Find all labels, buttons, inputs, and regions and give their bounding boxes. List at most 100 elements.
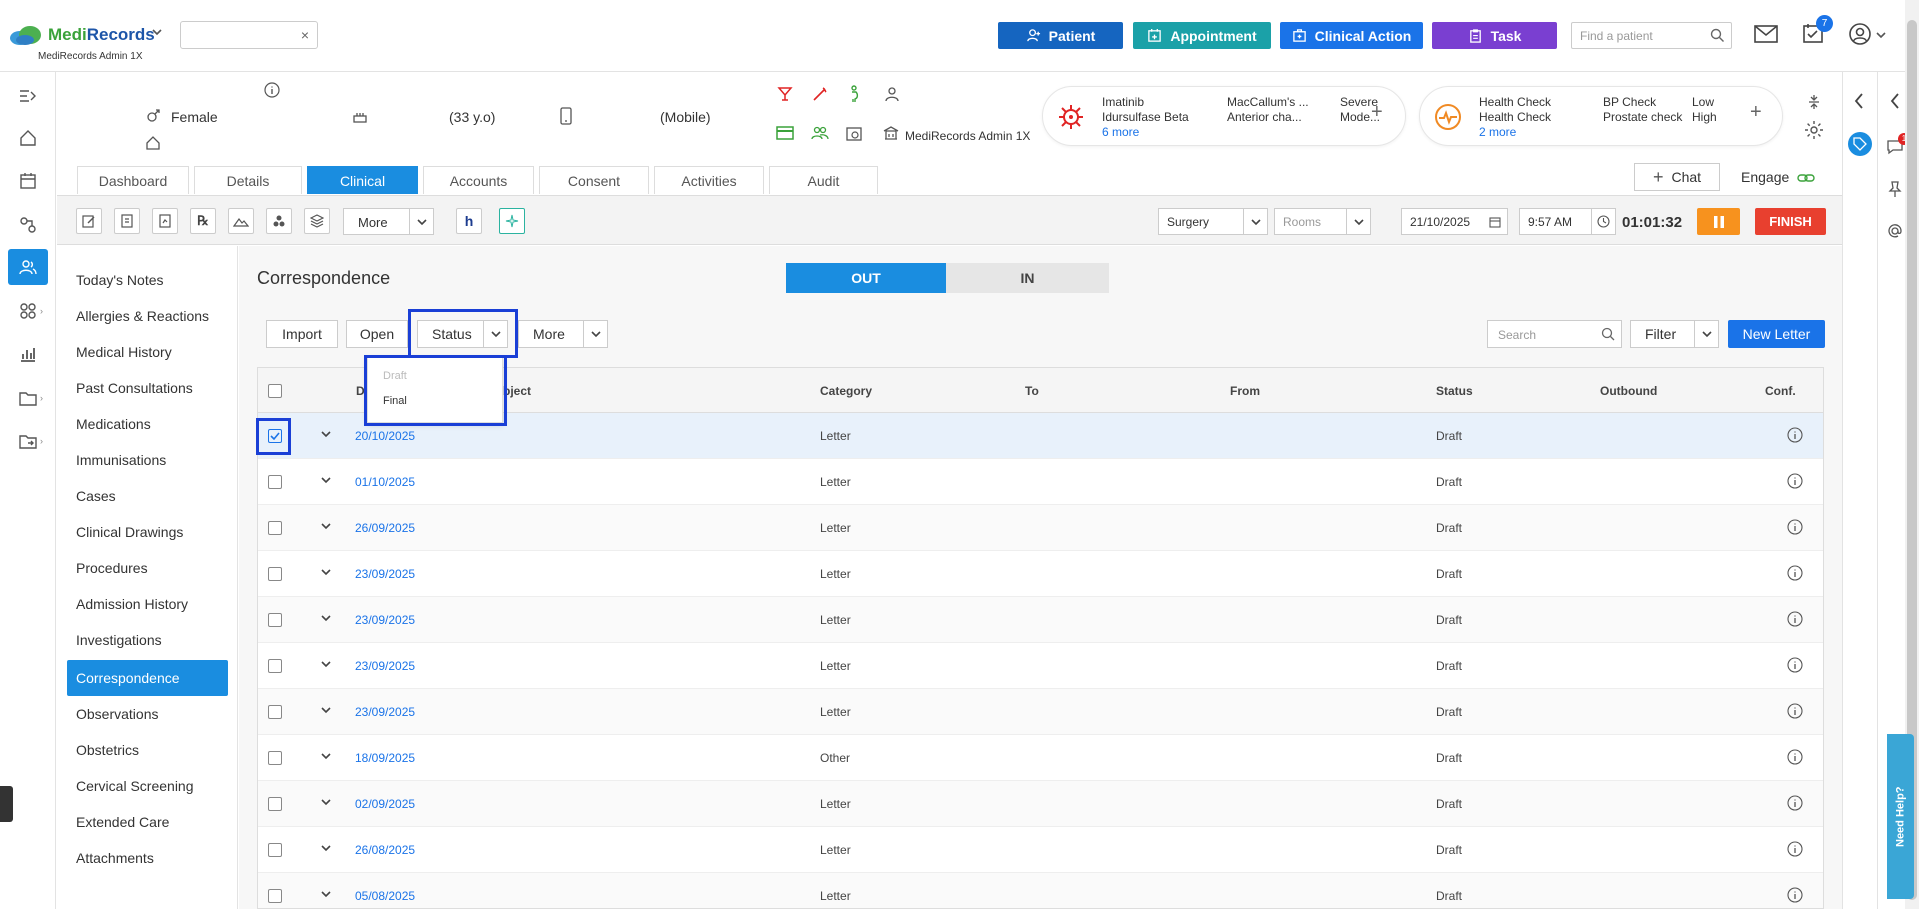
tag-button[interactable] [1848,132,1872,156]
info-icon[interactable] [1787,657,1803,673]
chevron-down-icon[interactable] [321,614,331,622]
info-icon[interactable] [1787,887,1803,903]
contacts-icon[interactable] [811,125,829,141]
practitioner-icon[interactable] [884,86,900,102]
info-icon[interactable] [1787,841,1803,857]
tab-activities[interactable]: Activities [654,166,764,194]
row-checkbox[interactable] [268,705,282,719]
find-patient-input[interactable]: Find a patient [1571,22,1732,49]
info-icon[interactable] [1787,611,1803,627]
layers-button[interactable] [304,208,330,234]
clear-icon[interactable]: × [301,27,309,43]
need-help-tab[interactable]: Need Help? [1887,734,1914,899]
top-search-input[interactable]: × [180,21,318,49]
col-outbound[interactable]: Outbound [1600,384,1657,398]
row-checkbox[interactable] [268,659,282,673]
row-checkbox[interactable] [268,797,282,811]
rail-calendar[interactable] [8,163,48,199]
calendar-icon[interactable] [1483,209,1507,234]
rail-workflow[interactable] [8,207,48,243]
prescribe-button[interactable]: ℞ [190,208,216,234]
rail-reports[interactable] [8,336,48,372]
sidebar-item-procedures[interactable]: Procedures [67,550,228,586]
row-checkbox[interactable] [268,613,282,627]
add-allergy-button[interactable]: + [1371,101,1383,124]
chevron-down-icon[interactable] [1243,209,1267,234]
sidebar-item-past-consultations[interactable]: Past Consultations [67,370,228,406]
mail-icon[interactable] [1754,24,1778,44]
row-date[interactable]: 02/09/2025 [355,797,415,811]
add-health-check-button[interactable]: + [1750,101,1762,124]
chevron-down-icon[interactable] [321,798,331,806]
row-date[interactable]: 01/10/2025 [355,475,415,489]
edit-note-button[interactable] [76,208,102,234]
chat-button[interactable]: + Chat [1634,163,1720,191]
rail-expand[interactable] [8,78,48,114]
search-icon[interactable] [1710,28,1725,43]
chevron-down-icon[interactable] [321,430,331,438]
table-row[interactable]: 23/09/2025 Letter Draft [258,551,1823,597]
cocktail-icon[interactable] [777,86,793,102]
row-date[interactable]: 26/08/2025 [355,843,415,857]
col-conf[interactable]: Conf. [1765,384,1796,398]
sidebar-item-medical-history[interactable]: Medical History [67,334,228,370]
info-icon[interactable] [1787,749,1803,765]
col-category[interactable]: Category [820,384,872,398]
import-button[interactable]: Import [266,320,338,348]
row-checkbox[interactable] [268,843,282,857]
clinical-action-button[interactable]: Clinical Action [1280,22,1423,49]
allergies-card[interactable]: Imatinib Idursulfase Beta 6 more MacCall… [1042,86,1406,146]
more-dropdown[interactable]: More [518,320,608,348]
select-all-checkbox[interactable] [268,384,282,398]
sidebar-item-admission-history[interactable]: Admission History [67,586,228,622]
brand-logo[interactable]: MediRecords [8,24,155,46]
card-icon[interactable] [776,126,794,140]
tab-dashboard[interactable]: Dashboard [77,166,189,194]
tab-accounts[interactable]: Accounts [423,166,534,194]
clock-icon[interactable] [1591,209,1615,234]
sidebar-item-cervical-screening[interactable]: Cervical Screening [67,768,228,804]
row-date[interactable]: 20/10/2025 [355,429,415,443]
info-icon[interactable] [264,82,280,98]
out-toggle[interactable]: OUT [786,263,946,293]
sidebar-item-attachments[interactable]: Attachments [67,840,228,876]
settings-gear-icon[interactable] [1804,120,1824,140]
sidebar-item-allergies[interactable]: Allergies & Reactions [67,298,228,334]
table-row[interactable]: 23/09/2025 Letter Draft [258,689,1823,735]
time-field[interactable]: 9:57 AM [1519,208,1616,235]
chevron-left-icon[interactable] [1853,92,1865,110]
sidebar-item-immunisations[interactable]: Immunisations [67,442,228,478]
sidebar-item-todays-notes[interactable]: Today's Notes [67,262,228,298]
appointment-button[interactable]: Appointment [1133,22,1271,49]
imaging-button[interactable] [228,208,254,234]
side-drawer-handle[interactable] [0,786,13,822]
chevron-left-icon[interactable] [1889,92,1901,110]
in-toggle[interactable]: IN [946,263,1109,293]
row-checkbox[interactable] [268,751,282,765]
info-icon[interactable] [1787,795,1803,811]
tab-audit[interactable]: Audit [769,166,878,194]
sidebar-item-cases[interactable]: Cases [67,478,228,514]
finish-button[interactable]: FINISH [1755,208,1826,235]
chevron-down-icon[interactable] [321,660,331,668]
sidebar-item-correspondence[interactable]: Correspondence [67,660,228,696]
chevron-down-icon[interactable] [321,890,331,898]
row-date[interactable]: 23/09/2025 [355,567,415,581]
sidebar-item-clinical-drawings[interactable]: Clinical Drawings [67,514,228,550]
info-icon[interactable] [1787,427,1803,443]
rooms-select[interactable]: Rooms [1274,208,1371,235]
table-row[interactable]: 05/08/2025 Letter Draft [258,873,1823,908]
table-row[interactable]: 18/09/2025 Other Draft [258,735,1823,781]
chevron-down-icon[interactable] [321,568,331,576]
chevron-down-icon[interactable] [583,321,607,347]
col-from[interactable]: From [1230,384,1260,398]
chevron-down-icon[interactable] [1694,321,1718,347]
chevron-down-icon[interactable] [321,844,331,852]
chevron-down-icon[interactable] [1876,31,1886,39]
table-row[interactable]: 23/09/2025 Letter Draft [258,643,1823,689]
chevron-down-icon[interactable] [321,706,331,714]
info-icon[interactable] [1787,473,1803,489]
pathology-button[interactable] [266,208,292,234]
sidebar-item-obstetrics[interactable]: Obstetrics [67,732,228,768]
row-checkbox[interactable] [268,521,282,535]
